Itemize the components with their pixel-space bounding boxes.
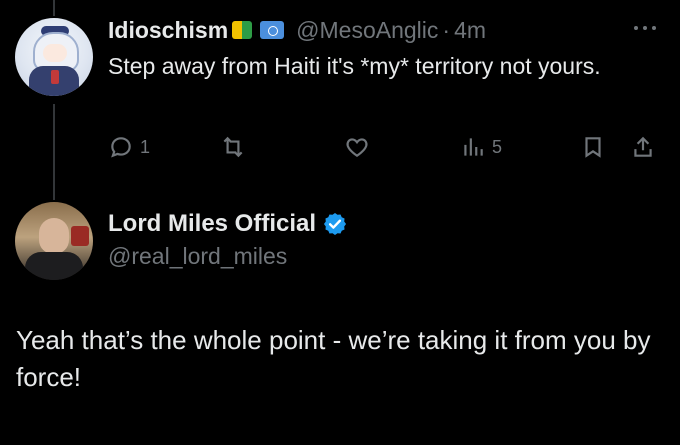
tweet-header: Lord Miles Official @real_lord_miles xyxy=(108,208,348,272)
display-name[interactable]: Lord Miles Official xyxy=(108,210,316,238)
timestamp[interactable]: 4m xyxy=(454,17,486,44)
avatar[interactable] xyxy=(15,202,93,280)
handle[interactable]: @MesoAnglic xyxy=(296,17,438,44)
verified-badge-icon xyxy=(323,212,347,236)
analytics-icon xyxy=(464,138,483,156)
united-nations-flag-icon xyxy=(260,21,285,39)
more-options-icon[interactable] xyxy=(630,18,660,38)
bookmark-icon xyxy=(585,137,601,158)
separator-dot: · xyxy=(442,16,451,43)
views-button[interactable]: 5 xyxy=(460,130,502,164)
share-button[interactable] xyxy=(630,130,656,164)
reply-tweet[interactable]: Idioschism @MesoAnglic · 4m Step away fr… xyxy=(0,0,680,180)
share-icon xyxy=(634,136,652,157)
avatar[interactable] xyxy=(15,18,93,96)
retweet-button[interactable] xyxy=(220,130,246,164)
tweet-text: Yeah that’s the whole point - we’re taki… xyxy=(16,325,651,392)
views-count: 5 xyxy=(492,136,503,157)
reply-button[interactable]: 1 xyxy=(108,130,150,164)
reply-icon xyxy=(111,137,131,158)
beginner-leaf-icon xyxy=(232,19,253,41)
retweet-icon xyxy=(223,136,243,158)
tweet-actions: 1 5 xyxy=(108,130,668,164)
like-button[interactable] xyxy=(344,130,370,164)
reply-count: 1 xyxy=(140,136,151,157)
tweet-header: Idioschism @MesoAnglic · 4m xyxy=(108,14,486,46)
handle[interactable]: @real_lord_miles xyxy=(108,240,348,272)
heart-icon xyxy=(346,138,368,157)
display-name[interactable]: Idioschism xyxy=(108,17,228,44)
tweet-text: Step away from Haiti it's *my* territory… xyxy=(108,53,601,79)
bookmark-button[interactable] xyxy=(580,130,606,164)
